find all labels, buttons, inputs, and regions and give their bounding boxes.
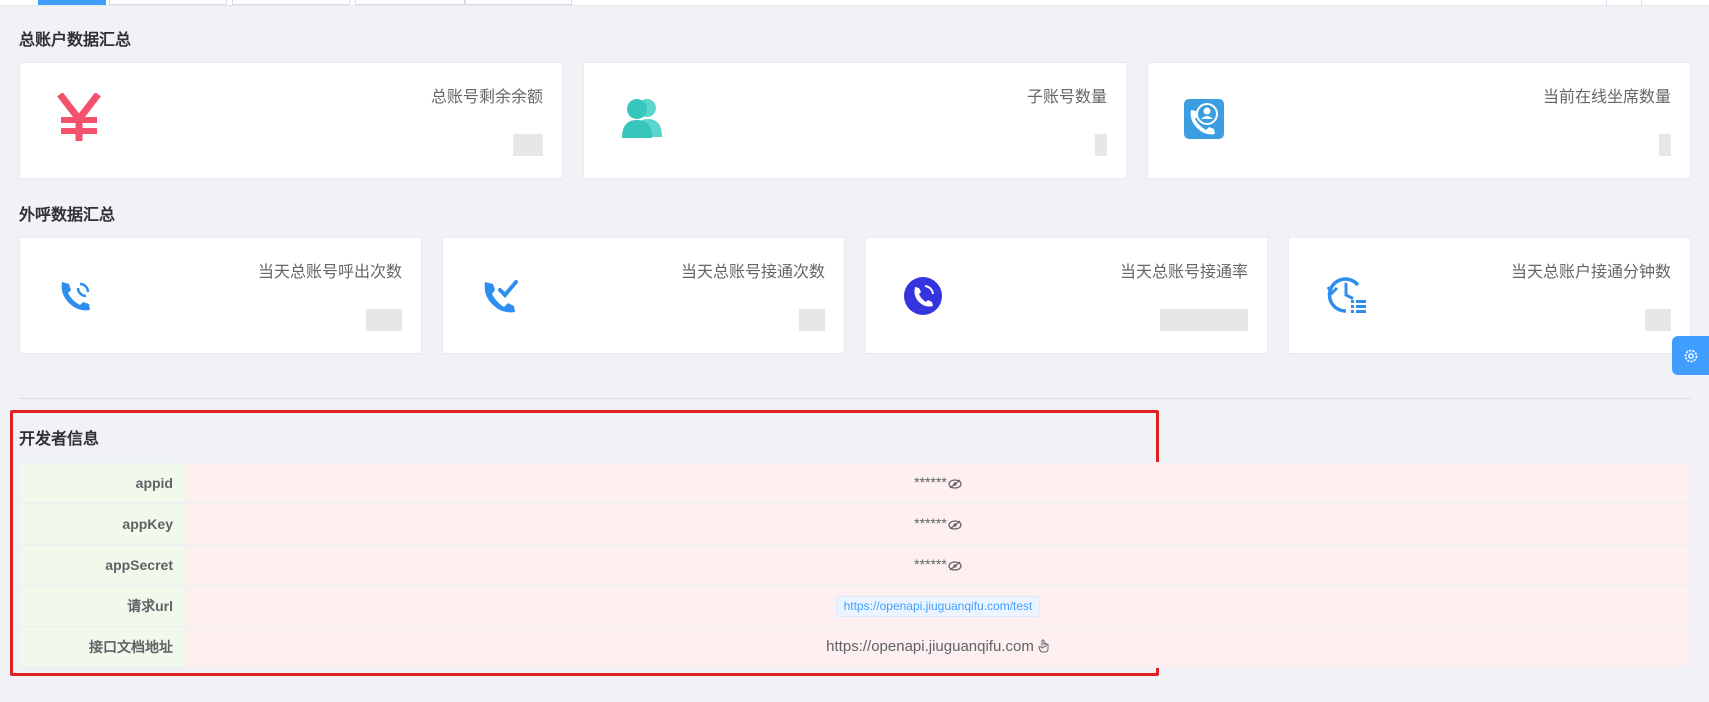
tab-active[interactable] <box>38 0 106 5</box>
tab[interactable] <box>109 0 227 5</box>
appsecret-value: ****** <box>914 556 947 573</box>
connect-rate-card: 当天总账号接通率 <box>865 237 1268 354</box>
connect-rate-value-redacted <box>1160 309 1248 331</box>
table-row: 接口文档地址 https://openapi.jiuguanqifu.com <box>19 626 1691 668</box>
eye-off-icon[interactable] <box>948 517 962 533</box>
phone-outgoing-icon <box>58 276 96 319</box>
table-row: 请求url https://openapi.jiuguanqifu.com/te… <box>19 585 1691 627</box>
eye-off-icon[interactable] <box>948 558 962 574</box>
phone-check-icon <box>481 274 521 321</box>
balance-value-redacted <box>513 134 543 156</box>
online-agents-value-redacted <box>1659 134 1671 156</box>
tabs-menu-button[interactable] <box>1641 0 1676 5</box>
connect-rate-label: 当天总账号接通率 <box>1119 264 1248 281</box>
settings-button[interactable] <box>1672 336 1709 375</box>
hand-pointer-icon[interactable] <box>1038 639 1050 656</box>
calls-connected-label: 当天总账号接通次数 <box>680 264 825 281</box>
calls-connected-card: 当天总账号接通次数 <box>442 237 845 354</box>
calls-out-value-redacted <box>366 309 402 331</box>
connect-minutes-value-redacted <box>1645 309 1671 331</box>
tabs-bar <box>0 0 1709 6</box>
request-url-tag[interactable]: https://openapi.jiuguanqifu.com/test <box>835 595 1041 617</box>
developer-info-table: appid ****** appKey ****** appSecret ***… <box>19 462 1691 668</box>
table-row: appSecret ****** <box>19 544 1691 586</box>
tab[interactable] <box>465 0 572 5</box>
gear-icon <box>1683 348 1699 369</box>
tabs-scroll-button[interactable] <box>1606 0 1641 5</box>
table-row: appKey ****** <box>19 503 1691 545</box>
phone-rate-icon <box>903 276 943 321</box>
tab[interactable] <box>232 0 350 5</box>
subaccount-card: 子账号数量 <box>583 62 1127 179</box>
calls-out-label: 当天总账号呼出次数 <box>257 264 402 281</box>
calls-connected-value-redacted <box>799 309 825 331</box>
connect-minutes-card: 当天总账户接通分钟数 <box>1288 237 1691 354</box>
balance-card: 总账号剩余余额 <box>19 62 563 179</box>
yen-icon <box>56 92 102 148</box>
clock-list-icon <box>1324 273 1368 322</box>
connect-minutes-label: 当天总账户接通分钟数 <box>1510 264 1671 281</box>
tab[interactable] <box>355 0 465 5</box>
calls-out-card: 当天总账号呼出次数 <box>19 237 422 354</box>
appkey-key: appKey <box>19 503 186 545</box>
appid-value: ****** <box>914 474 947 491</box>
eye-off-icon[interactable] <box>948 476 962 492</box>
table-row: appid ****** <box>19 462 1691 504</box>
online-agents-label: 当前在线坐席数量 <box>1542 89 1671 106</box>
agent-phone-icon <box>1183 98 1225 145</box>
outbound-title: 外呼数据汇总 <box>19 207 116 224</box>
doc-url-link[interactable]: https://openapi.jiuguanqifu.com <box>826 638 1034 655</box>
appsecret-key: appSecret <box>19 544 186 586</box>
appid-key: appid <box>19 462 186 504</box>
developer-title: 开发者信息 <box>19 431 100 448</box>
users-icon <box>620 97 664 144</box>
divider <box>19 398 1691 399</box>
balance-label: 总账号剩余余额 <box>430 89 543 106</box>
subaccount-value-redacted <box>1095 134 1107 156</box>
appkey-value: ****** <box>914 515 947 532</box>
summary-title: 总账户数据汇总 <box>19 32 132 49</box>
subaccount-label: 子账号数量 <box>1026 89 1107 106</box>
doc-url-key: 接口文档地址 <box>19 626 186 668</box>
request-url-key: 请求url <box>19 585 186 627</box>
online-agents-card: 当前在线坐席数量 <box>1147 62 1691 179</box>
